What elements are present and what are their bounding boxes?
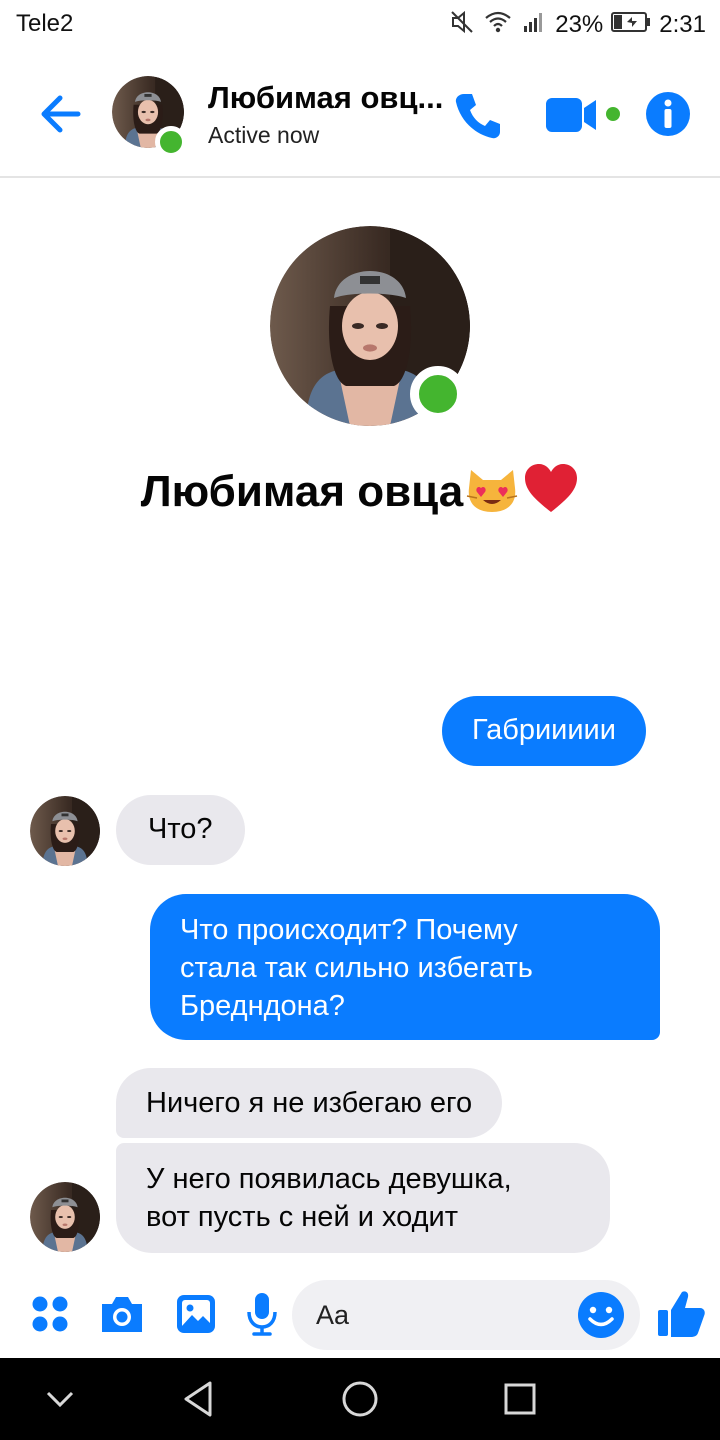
back-arrow-icon: [41, 95, 81, 133]
mute-icon: [449, 9, 475, 42]
like-button[interactable]: [656, 1288, 706, 1340]
image-icon: [177, 1295, 215, 1333]
wifi-icon: [483, 9, 513, 42]
profile-online-indicator: [410, 366, 466, 422]
contact-avatar-small[interactable]: [30, 1182, 100, 1252]
camera-icon: [102, 1297, 142, 1332]
nav-recents-button[interactable]: [498, 1377, 542, 1421]
voice-message-button[interactable]: [244, 1290, 280, 1338]
gallery-button[interactable]: [174, 1292, 218, 1336]
incoming-message[interactable]: У него появилась девушка, вот пусть с не…: [116, 1143, 610, 1253]
smiley-icon: [578, 1292, 624, 1338]
contact-avatar-small[interactable]: [30, 796, 100, 866]
message-input-placeholder: Aa: [316, 1300, 350, 1330]
message-input[interactable]: Aa: [292, 1280, 640, 1350]
nav-home-button[interactable]: [338, 1377, 382, 1421]
message-composer: Aa: [0, 1270, 720, 1358]
square-recents-icon: [504, 1383, 536, 1415]
circle-home-icon: [342, 1381, 378, 1417]
four-dots-icon: [32, 1296, 68, 1332]
status-bar: Tele2 23% 2:31: [0, 0, 720, 50]
incoming-message[interactable]: Что?: [116, 795, 245, 865]
battery-percent: 23%: [555, 11, 604, 38]
profile-name-line: Любимая овца: [0, 462, 720, 517]
battery-icon: [611, 11, 651, 40]
online-indicator: [155, 126, 187, 158]
microphone-icon: [247, 1293, 277, 1336]
contact-name[interactable]: Любимая овц...: [208, 80, 444, 116]
outgoing-message[interactable]: Габриииии: [442, 696, 646, 766]
info-button[interactable]: [642, 88, 694, 140]
nav-back-button[interactable]: [178, 1377, 222, 1421]
profile-name: Любимая овца: [140, 467, 464, 516]
signal-icon: [521, 9, 547, 42]
red-heart-emoji-icon: [525, 464, 578, 512]
chat-header: Любимая овц... Active now: [0, 50, 720, 178]
video-call-button[interactable]: [542, 92, 626, 142]
triangle-back-icon: [184, 1381, 212, 1417]
phone-icon: [455, 94, 500, 139]
system-nav-bar: [0, 1358, 720, 1440]
more-actions-button[interactable]: [30, 1294, 70, 1334]
chevron-down-icon: [46, 1391, 74, 1408]
voice-call-button[interactable]: [450, 88, 506, 144]
thumbs-up-icon: [658, 1291, 705, 1337]
clock: 2:31: [659, 11, 706, 38]
active-status: Active now: [208, 122, 320, 148]
camera-button[interactable]: [98, 1292, 146, 1336]
carrier-name: Tele2: [16, 10, 74, 37]
incoming-message[interactable]: Ничего я не избегаю его: [116, 1068, 503, 1138]
outgoing-message[interactable]: Что происходит? Почему стала так сильно …: [150, 894, 660, 1040]
info-icon: [646, 92, 690, 136]
emoji-button[interactable]: [576, 1290, 626, 1340]
video-camera-icon: [546, 98, 620, 132]
hide-keyboard-button[interactable]: [38, 1377, 82, 1421]
back-button[interactable]: [34, 86, 90, 142]
heart-eyes-cat-emoji-icon: [467, 470, 518, 512]
